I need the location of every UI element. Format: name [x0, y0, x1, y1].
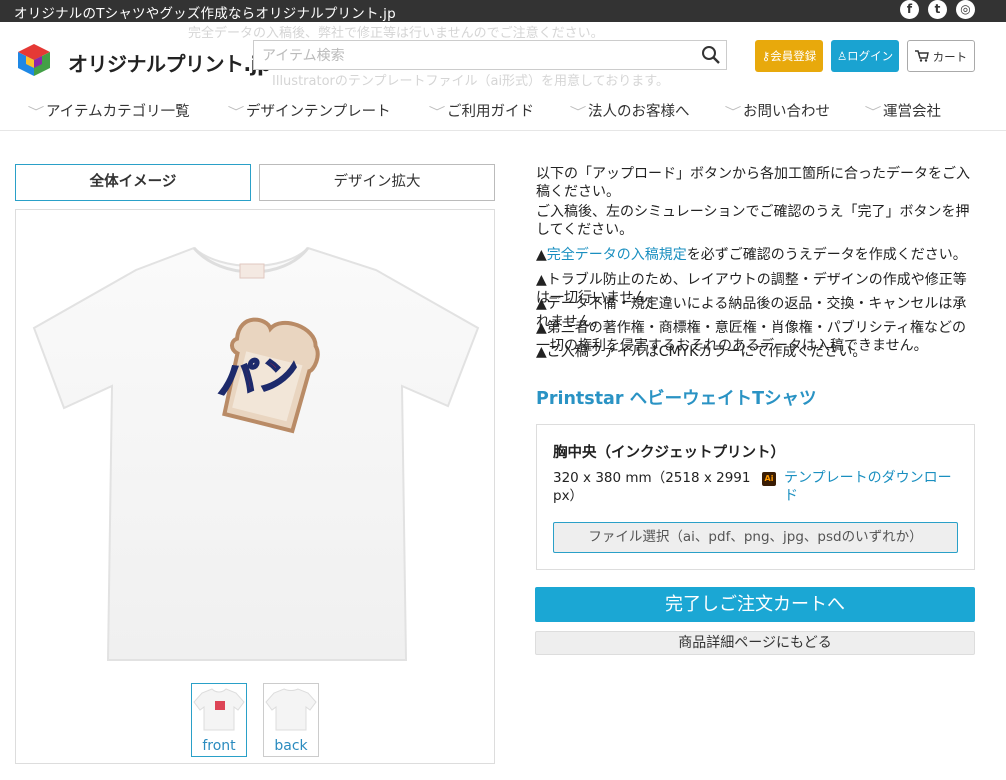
data-rules-suffix: を必ずご確認のうえデータを作成ください。 — [686, 247, 967, 263]
thumb-front[interactable]: front — [191, 683, 247, 757]
warning-icon: ▲ — [536, 296, 547, 312]
warning-icon: ▲ — [536, 344, 547, 360]
cart-label: カート — [932, 50, 968, 64]
nav-label: 法人のお客様へ — [588, 104, 690, 120]
site-tagline: オリジナルのTシャツやグッズ作成ならオリジナルプリント.jp — [14, 6, 396, 22]
logo-cube-icon — [18, 44, 50, 76]
nav-item-guide[interactable]: ﹀ ご利用ガイド — [428, 100, 535, 120]
thumb-back[interactable]: back — [263, 683, 319, 757]
instagram-icon[interactable]: ◎ — [956, 0, 975, 19]
illustrator-file-icon: Ai — [762, 472, 776, 486]
thumb-front-image — [193, 688, 245, 731]
key-icon: ⚷ — [761, 49, 771, 63]
nav-item-corporate[interactable]: ﹀ 法人のお客様へ — [569, 100, 690, 120]
thumb-back-label: back — [274, 738, 308, 754]
login-button[interactable]: ♙ログイン — [831, 40, 899, 72]
chevron-down-icon: ﹀ — [428, 105, 446, 119]
thumb-front-label: front — [202, 738, 236, 754]
chevron-down-icon: ﹀ — [569, 105, 587, 119]
chevron-down-icon: ﹀ — [864, 105, 882, 119]
back-to-product-button[interactable]: 商品詳細ページにもどる — [535, 631, 975, 655]
cart-button[interactable]: カート — [907, 40, 975, 72]
background-notice-line-1: 完全データの入稿後、弊社で修正等は行いませんのでご注意ください。 — [188, 26, 604, 41]
warning-icon: ▲ — [536, 272, 547, 288]
chevron-down-icon: ﹀ — [27, 105, 45, 119]
note-cmyk: ▲ご入稿ファイルはCMYKカラーにて作成ください。 — [536, 343, 972, 361]
template-download-link[interactable]: テンプレートのダウンロード — [784, 469, 964, 505]
nav-label: お問い合わせ — [743, 104, 831, 120]
product-name[interactable]: Printstar ヘビーウェイトTシャツ — [536, 385, 817, 410]
note-data-rules: ▲完全データの入稿規定を必ずご確認のうえデータを作成ください。 — [536, 246, 972, 264]
print-location-panel: 胸中央（インクジェットプリント） 320 x 380 mm（2518 x 299… — [536, 424, 975, 570]
warning-icon: ▲ — [536, 247, 547, 263]
nav-label: アイテムカテゴリ一覧 — [46, 104, 190, 120]
nav-label: 運営会社 — [883, 104, 942, 120]
complete-order-button[interactable]: 完了しご注文カートへ — [535, 587, 975, 622]
site-logo[interactable]: オリジナルプリント.jp — [14, 40, 271, 80]
nav-label: デザインテンプレート — [246, 104, 391, 120]
nav-item-design-template[interactable]: ﹀ デザインテンプレート — [227, 100, 391, 120]
nav-item-company[interactable]: ﹀ 運営会社 — [864, 100, 942, 120]
thumb-back-image — [265, 688, 317, 731]
search-box — [253, 40, 727, 70]
chevron-down-icon: ﹀ — [724, 105, 742, 119]
print-dimensions: 320 x 380 mm（2518 x 2991 px） — [553, 470, 751, 504]
tshirt-image: パン — [32, 246, 480, 661]
search-input[interactable] — [260, 45, 694, 67]
nav-item-contact[interactable]: ﹀ お問い合わせ — [724, 100, 831, 120]
tab-design-zoom[interactable]: デザイン拡大 — [259, 164, 495, 201]
twitter-icon[interactable]: t — [928, 0, 947, 19]
tshirt-preview: パン — [15, 209, 495, 764]
cart-icon — [914, 50, 929, 62]
register-button[interactable]: ⚷会員登録 — [755, 40, 823, 72]
nav-label: ご利用ガイド — [447, 104, 535, 120]
login-label: ログイン — [847, 49, 894, 63]
chevron-down-icon: ﹀ — [227, 105, 245, 119]
logo-text: オリジナルプリント.jp — [68, 52, 271, 76]
nav-item-category[interactable]: ﹀ アイテムカテゴリ一覧 — [27, 100, 190, 120]
instruction-complete: ご入稿後、左のシミュレーションでご確認のうえ「完了」ボタンを押してください。 — [536, 204, 970, 238]
warning-icon: ▲ — [536, 320, 547, 336]
site-header: 完全データの入稿後、弊社で修正等は行いませんのでご注意ください。 Illustr… — [0, 22, 1006, 131]
print-location-title: 胸中央（インクジェットプリント） — [553, 445, 785, 461]
note-text: ご入稿ファイルはCMYKカラーにて作成ください。 — [546, 344, 867, 360]
data-rules-link[interactable]: 完全データの入稿規定 — [547, 247, 687, 263]
instruction-upload: 以下の「アップロード」ボタンから各加工箇所に合ったデータをご入稿ください。 — [536, 166, 970, 200]
user-icon: ♙ — [836, 49, 848, 63]
design-text: パン — [214, 351, 299, 403]
top-bar: オリジナルのTシャツやグッズ作成ならオリジナルプリント.jp f t ◎ — [0, 0, 1006, 22]
file-select-button[interactable]: ファイル選択（ai、pdf、png、jpg、psdのいずれか） — [553, 522, 958, 553]
tab-overall-image[interactable]: 全体イメージ — [15, 164, 251, 201]
search-icon[interactable] — [701, 45, 721, 65]
facebook-icon[interactable]: f — [900, 0, 919, 19]
register-label: 会員登録 — [770, 49, 817, 63]
background-notice-line-2: Illustratorのテンプレートファイル（ai形式）を用意しております。 — [272, 74, 669, 89]
